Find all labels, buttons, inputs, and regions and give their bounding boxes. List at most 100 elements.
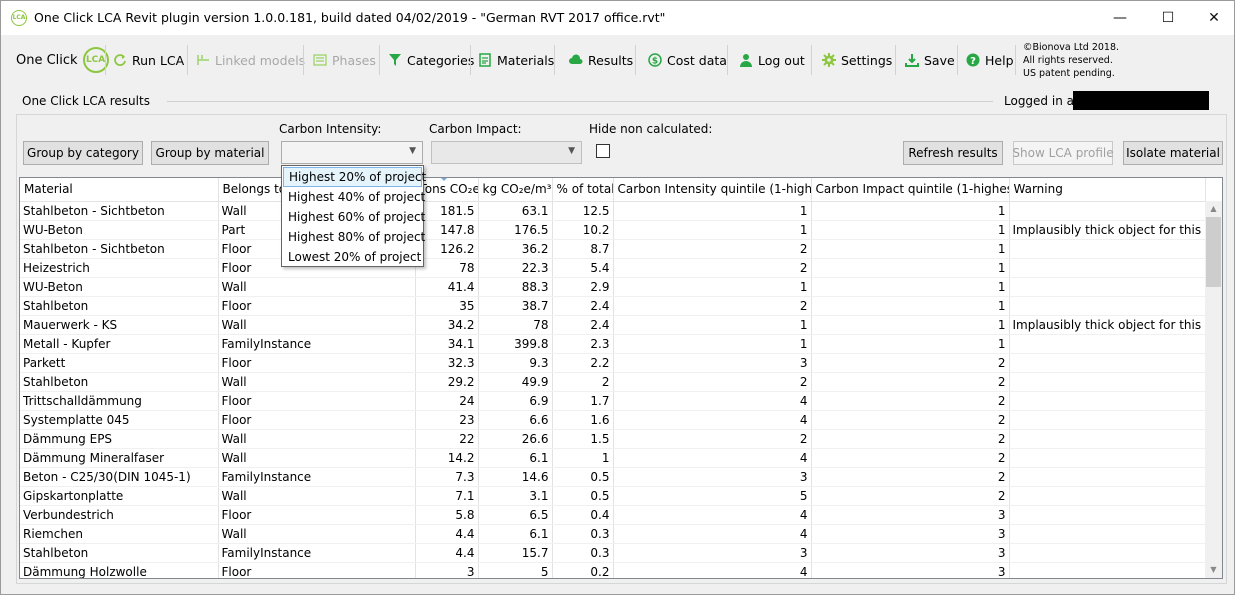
close-button[interactable]: ✕ [1191,1,1235,35]
table-row[interactable]: Stahlbeton FamilyInstance 4.4 15.7 0.3 3 3 [20,543,1206,563]
table-cell: 14.6 [478,467,553,487]
table-cell: 4 [613,410,812,430]
run-lca-button[interactable]: Run LCA [113,48,184,72]
table-cell: Floor [218,505,416,525]
window-title: One Click LCA Revit plugin version 1.0.0… [34,10,666,25]
table-cell: 35 [415,296,479,316]
table-cell: 2 [552,372,614,392]
group-by-category-button[interactable]: Group by category [23,141,143,165]
dropdown-option[interactable]: Highest 60% of project [283,207,425,227]
phases-label: Phases [332,52,376,68]
table-cell [1009,524,1206,544]
table-row[interactable]: Beton - C25/30(DIN 1045-1) FamilyInstance… [20,467,1206,487]
table-cell [1009,372,1206,392]
copyright-notice: ©Bionova Ltd 2018. All rights reserved. … [1023,41,1119,80]
table-cell: Dämmung EPS [20,429,219,449]
column-header-percent-total[interactable]: % of total [552,178,614,202]
show-lca-profile-button[interactable]: Show LCA profile [1012,141,1114,165]
table-cell: Stahlbeton [20,296,219,316]
redacted-username [1073,91,1209,110]
scroll-down-icon[interactable]: ▼ [1205,562,1222,578]
table-row[interactable]: Verbundestrich Floor 5.8 6.5 0.4 4 3 [20,505,1206,525]
table-row[interactable]: Stahlbeton Floor 35 38.7 2.4 2 1 [20,296,1206,316]
table-row[interactable]: Parkett Floor 32.3 9.3 2.2 3 2 [20,353,1206,373]
carbon-intensity-select[interactable]: ▼ [281,141,423,164]
table-cell: 2 [811,429,1010,449]
table-cell [1009,353,1206,373]
results-table[interactable]: Material Belongs to Tons CO₂e kg CO₂e/m³… [19,177,1223,579]
column-header-warning[interactable]: Warning [1009,178,1206,202]
table-cell: 1 [811,334,1010,354]
table-cell: 1 [613,277,812,297]
table-row[interactable]: Mauerwerk - KS Wall 34.2 78 2.4 1 1 Implausibly… [20,315,1206,335]
log-out-button[interactable]: Log out [739,48,805,72]
table-row[interactable]: Dämmung Mineralfaser Wall 14.2 6.1 1 4 2 [20,448,1206,468]
column-header-impact-quintile[interactable]: Carbon Impact quintile (1-highest) [811,178,1010,202]
table-row[interactable]: Dämmung EPS Wall 22 26.6 1.5 2 2 [20,429,1206,449]
dropdown-option[interactable]: Highest 80% of project [283,227,425,247]
settings-button[interactable]: Settings [822,48,892,72]
column-header-kg-co2e-m3[interactable]: kg CO₂e/m³ [478,178,553,202]
cloud-icon [569,54,583,64]
logo-text: One Click [16,52,78,68]
table-row[interactable]: Dämmung Holzwolle Floor 3 5 0.2 4 3 [20,562,1206,578]
categories-button[interactable]: Categories [388,48,474,72]
table-cell: 9.3 [478,353,553,373]
hide-non-calculated-checkbox[interactable] [596,144,610,158]
save-button[interactable]: Save [905,48,955,72]
table-cell: 1 [552,448,614,468]
table-cell: 1.7 [552,391,614,411]
results-button[interactable]: Results [569,48,633,72]
linked-models-button[interactable]: Linked models [196,48,305,72]
table-cell: 4 [613,562,812,578]
app-icon: LCA [11,10,27,26]
maximize-button[interactable]: ☐ [1145,1,1191,35]
table-cell: 3.1 [478,486,553,506]
isolate-material-button[interactable]: Isolate material [1123,141,1223,165]
column-header-intensity-quintile[interactable]: Carbon Intensity quintile (1-highest [613,178,812,202]
table-row[interactable]: Systemplatte 045 Floor 23 6.6 1.6 4 2 [20,410,1206,430]
group-by-material-button[interactable]: Group by material [151,141,269,165]
table-row[interactable]: Riemchen Wall 4.4 6.1 0.3 4 3 [20,524,1206,544]
table-cell: 6.1 [478,448,553,468]
table-cell: 24 [415,391,479,411]
vertical-scrollbar[interactable]: ▲ ▼ [1205,201,1222,578]
table-cell: 8.7 [552,239,614,259]
linked-models-label: Linked models [215,52,306,68]
table-cell: Verbundestrich [20,505,219,525]
table-cell: Floor [218,353,416,373]
table-row[interactable]: Trittschalldämmung Floor 24 6.9 1.7 4 2 [20,391,1206,411]
table-cell [1009,201,1206,221]
document-icon [479,53,491,67]
gear-icon [822,53,836,67]
table-row[interactable]: Stahlbeton - Sichtbeton Floor 126.2 36.2 8.7… [20,239,1206,259]
table-row[interactable]: WU-Beton Wall 41.4 88.3 2.9 1 1 [20,277,1206,297]
carbon-impact-select[interactable]: ▼ [431,141,582,164]
minimize-button[interactable]: — [1097,1,1143,35]
phases-icon [313,54,327,66]
table-row[interactable]: Metall - Kupfer FamilyInstance 34.1 399.8 2.… [20,334,1206,354]
column-header-material[interactable]: Material [20,178,219,202]
copyright-line: All rights reserved. [1023,55,1113,66]
table-cell [1009,258,1206,278]
refresh-results-button[interactable]: Refresh results [903,141,1003,165]
table-row[interactable]: WU-Beton Part 147.8 176.5 10.2 1 1 Implausibly … [20,220,1206,240]
cost-data-button[interactable]: $ Cost data [648,48,727,72]
save-label: Save [924,52,955,68]
table-row[interactable]: Heizestrich Floor 78 22.3 5.4 2 1 [20,258,1206,278]
scroll-thumb[interactable] [1206,217,1221,287]
scroll-up-icon[interactable]: ▲ [1205,201,1222,217]
table-row[interactable]: Gipskartonplatte Wall 7.1 3.1 0.5 5 2 [20,486,1206,506]
phases-button[interactable]: Phases [313,48,376,72]
table-cell: Mauerwerk - KS [20,315,219,335]
table-row[interactable]: Stahlbeton - Sichtbeton Wall 181.5 63.1 12.5… [20,201,1206,221]
dropdown-option[interactable]: Highest 20% of project [283,167,426,187]
table-row[interactable]: Stahlbeton Wall 29.2 49.9 2 2 2 [20,372,1206,392]
download-icon [905,54,919,67]
dropdown-option[interactable]: Highest 40% of project [283,187,425,207]
materials-button[interactable]: Materials [478,48,554,72]
dropdown-option[interactable]: Lowest 20% of project [283,247,422,267]
table-cell: 2 [811,448,1010,468]
help-button[interactable]: ? Help [966,48,1014,72]
divider [167,101,993,102]
